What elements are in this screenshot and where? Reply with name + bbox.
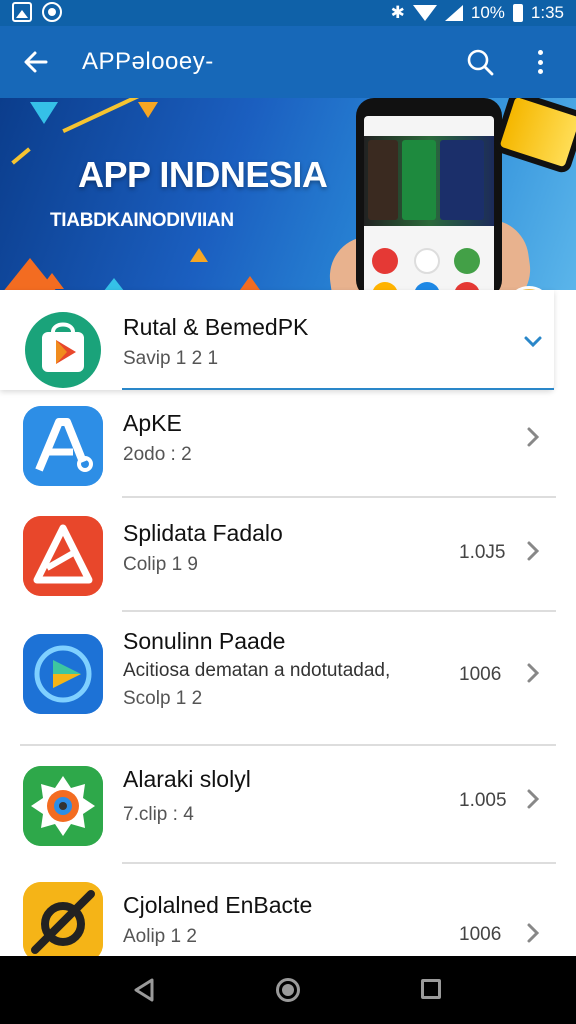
cell-signal-icon (444, 5, 463, 21)
list-item[interactable]: Splidata Fadalo Colip 1 9 1.0J5 (0, 498, 576, 612)
app-size: 1006 (459, 924, 502, 945)
more-options-icon[interactable] (530, 46, 550, 78)
nav-back-icon[interactable] (132, 977, 156, 1003)
app-meta: 2odo : 2 (123, 444, 192, 465)
app-name: ApKE (123, 410, 182, 436)
page-title: APPəlooey- (82, 48, 214, 75)
app-size: 1.0J5 (459, 542, 506, 563)
play-arrow-icon (23, 634, 103, 714)
gear-badge-icon (23, 766, 103, 846)
list-item[interactable]: Alaraki slolyl 7.clip : 4 1.005 (0, 746, 576, 864)
app-name: Alaraki slolyl (123, 766, 251, 792)
sync-notification-icon (42, 2, 62, 22)
bluetooth-icon: ✱ (390, 3, 405, 22)
app-size: 1.005 (459, 790, 507, 811)
status-bar: ✱ 10% 1:35 (0, 0, 576, 26)
battery-icon (512, 4, 523, 22)
promo-banner[interactable]: APP INDNESIA TIABDKAINODIVIIAN (0, 98, 576, 290)
app-bar: APPəlooey- (0, 26, 576, 98)
gallery-notification-icon (12, 2, 32, 22)
battery-percent: 10% (470, 3, 505, 22)
chevron-right-icon[interactable] (520, 424, 546, 450)
list-item[interactable]: ApKE 2odo : 2 (0, 396, 576, 498)
decor-triangle (100, 278, 128, 290)
decor-triangle (30, 102, 58, 124)
list-item[interactable]: Cjolalned EnBacte Aolip 1 2 1006 (0, 864, 576, 964)
app-meta: Colip 1 9 (123, 554, 198, 575)
app-meta: Savip 1 2 1 (123, 348, 219, 369)
app-name: Rutal & BemedPK (123, 314, 309, 340)
slashed-gear-icon (23, 882, 103, 962)
decor-triangle (40, 273, 64, 289)
chevron-right-icon[interactable] (520, 920, 546, 946)
chevron-right-icon[interactable] (520, 660, 546, 686)
app-size: 1006 (459, 664, 502, 685)
app-name: Cjolalned EnBacte (123, 892, 313, 918)
search-icon[interactable] (466, 48, 494, 76)
chevron-right-icon[interactable] (520, 538, 546, 564)
app-meta: Aolip 1 2 (123, 926, 197, 947)
app-name: Splidata Fadalo (123, 520, 283, 546)
system-nav-bar (0, 956, 576, 1024)
banner-headline: APP INDNESIA (78, 154, 328, 195)
chevron-down-icon[interactable] (520, 328, 546, 354)
nav-home-icon[interactable] (276, 978, 300, 1002)
play-store-icon (23, 310, 103, 390)
decor-triangle (138, 102, 158, 118)
app-meta: 7.clip : 4 (123, 804, 194, 825)
decor-triangle (240, 276, 260, 290)
nav-recents-icon[interactable] (421, 979, 441, 999)
banner-subheadline: TIABDKAINODIVIIAN (50, 210, 234, 231)
app-screen: ✱ 10% 1:35 APPəlooey- APP INDNESIA TIABD… (0, 0, 576, 1024)
app-meta: Scolp 1 2 (123, 688, 203, 709)
chevron-right-icon[interactable] (520, 786, 546, 812)
list-item[interactable]: Rutal & BemedPK Savip 1 2 1 (0, 290, 576, 396)
back-arrow-icon[interactable] (22, 48, 50, 76)
letter-a-icon (23, 406, 103, 486)
list-item[interactable]: Sonulinn Paade Acitiosa dematan a ndotut… (0, 612, 576, 746)
wifi-icon (412, 5, 437, 21)
clock: 1:35 (530, 3, 564, 22)
app-description: Acitiosa dematan a ndotutadad, (123, 660, 391, 681)
decor-triangle (190, 248, 208, 262)
triangle-a-icon (23, 516, 103, 596)
app-name: Sonulinn Paade (123, 628, 286, 654)
phone-illustration (356, 98, 502, 290)
tablet-illustration (492, 98, 576, 175)
decor-stripe (11, 147, 31, 165)
